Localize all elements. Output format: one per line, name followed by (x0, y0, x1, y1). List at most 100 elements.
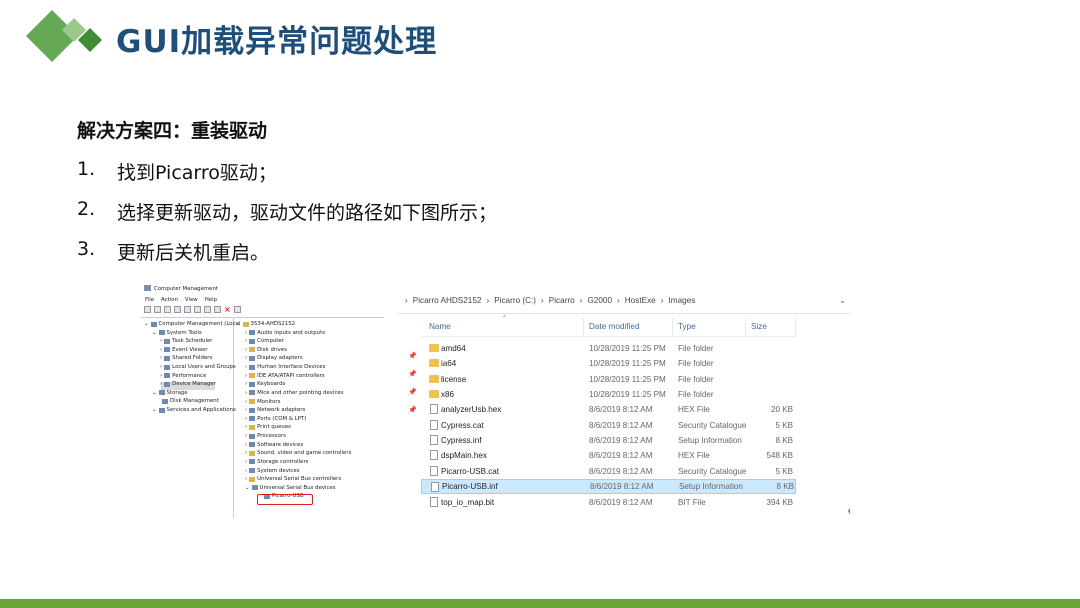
update-driver-icon[interactable] (214, 306, 221, 313)
console-tree-item[interactable]: › Performance (160, 373, 206, 379)
device-category[interactable]: › Processors (245, 433, 286, 439)
expander-icon[interactable]: ⌄ (152, 330, 157, 336)
forward-icon[interactable] (154, 306, 161, 313)
device-category[interactable]: › Ports (COM & LPT) (245, 416, 306, 422)
pin-icon[interactable]: 📌 (408, 370, 417, 378)
expander-icon[interactable]: ⌄ (144, 321, 149, 327)
expander-icon[interactable]: ⌄ (245, 485, 250, 491)
file-row[interactable]: Picarro-USB.inf 8/6/2019 8:12 AM Setup Inf… (421, 479, 796, 495)
device-category[interactable]: › Computer (245, 338, 284, 344)
breadcrumb-item[interactable]: G2000 (587, 296, 612, 305)
expander-icon[interactable]: › (245, 330, 247, 336)
address-bar[interactable]: › Picarro AHDS2152 › Picarro (C:) › Picarr… (397, 288, 850, 314)
device-category[interactable]: › Print queues (245, 424, 291, 430)
expander-icon[interactable]: › (245, 373, 247, 379)
file-row[interactable]: Cypress.inf 8/6/2019 8:12 AM Setup Informa… (421, 433, 796, 448)
column-separator[interactable] (583, 318, 584, 336)
device-category[interactable]: › Disk drives (245, 347, 287, 353)
scan-icon[interactable] (204, 306, 211, 313)
device-category[interactable]: › System devices (245, 468, 300, 474)
expander-icon[interactable]: › (245, 468, 247, 474)
device-category[interactable]: › IDE ATA/ATAPI controllers (245, 373, 325, 379)
menu-view[interactable]: View (185, 297, 198, 303)
console-tree-item[interactable]: ⌄ System Tools (152, 330, 202, 336)
expander-icon[interactable]: › (245, 442, 247, 448)
up-icon[interactable] (164, 306, 171, 313)
expander-icon[interactable]: › (245, 338, 247, 344)
expander-icon[interactable]: › (245, 381, 247, 387)
help-icon[interactable] (194, 306, 201, 313)
device-category[interactable]: › Human Interface Devices (245, 364, 325, 370)
column-header-type[interactable]: Type (678, 322, 696, 331)
expander-icon[interactable]: › (245, 364, 247, 370)
pane-divider[interactable] (233, 318, 234, 518)
chevron-down-icon[interactable]: ⌄ (839, 296, 846, 305)
expander-icon[interactable]: › (245, 390, 247, 396)
device-category[interactable]: › Mice and other pointing devices (245, 390, 344, 396)
device-category[interactable]: › Audio inputs and outputs (245, 330, 325, 336)
device-category[interactable]: › Network adapters (245, 407, 305, 413)
breadcrumb-item[interactable]: Images (668, 296, 695, 305)
expander-icon[interactable]: › (245, 476, 247, 482)
file-row[interactable]: amd64 10/28/2019 11:25 PM File folder (421, 341, 796, 356)
expander-icon[interactable]: › (245, 450, 247, 456)
console-tree-item[interactable]: › Local Users and Groups (160, 364, 236, 370)
file-row[interactable]: x86 10/28/2019 11:25 PM File folder (421, 387, 796, 402)
console-tree-item[interactable]: › Shared Folders (160, 355, 212, 361)
pin-icon[interactable]: 📌 (408, 388, 417, 396)
properties-icon[interactable] (184, 306, 191, 313)
console-tree-item[interactable]: › Device Manager (160, 381, 216, 387)
pin-icon[interactable]: 📌 (408, 352, 417, 360)
file-row[interactable]: Cypress.cat 8/6/2019 8:12 AM Security Cata… (421, 418, 796, 433)
column-separator[interactable] (795, 318, 796, 336)
console-tree-item[interactable]: Disk Management (160, 398, 219, 404)
column-header-name[interactable]: Name (429, 322, 451, 331)
file-row[interactable]: license 10/28/2019 11:25 PM File folder (421, 372, 796, 387)
disable-icon[interactable] (234, 306, 241, 313)
expander-icon[interactable]: › (160, 373, 162, 379)
menu-file[interactable]: File (145, 297, 154, 303)
console-tree-item[interactable]: ⌄ Storage (152, 390, 188, 396)
file-row[interactable]: dspMain.hex 8/6/2019 8:12 AM HEX File 548 K… (421, 448, 796, 463)
console-tree-item[interactable]: › Event Viewer (160, 347, 208, 353)
back-icon[interactable] (144, 306, 151, 313)
expander-icon[interactable]: ⌄ (152, 407, 157, 413)
expander-icon[interactable]: ⌄ (152, 390, 157, 396)
pin-icon[interactable]: 📌 (408, 406, 417, 414)
column-header-date[interactable]: Date modified (589, 322, 640, 331)
expander-icon[interactable]: › (245, 399, 247, 405)
show-hide-tree-icon[interactable] (174, 306, 181, 313)
device-category[interactable]: › Display adapters (245, 355, 303, 361)
expander-icon[interactable]: › (160, 347, 162, 353)
breadcrumb-item[interactable]: Picarro (C:) (494, 296, 536, 305)
file-row[interactable]: analyzerUsb.hex 8/6/2019 8:12 AM HEX File 2… (421, 402, 796, 417)
column-separator[interactable] (745, 318, 746, 336)
breadcrumb-item[interactable]: Picarro AHDS2152 (413, 296, 482, 305)
expander-icon[interactable]: › (245, 459, 247, 465)
device-category[interactable]: › Keyboards (245, 381, 285, 387)
device-category[interactable]: › Software devices (245, 442, 303, 448)
device-category[interactable]: › Sound, video and game controllers (245, 450, 351, 456)
expander-icon[interactable]: ⌄ (236, 321, 241, 327)
expander-icon[interactable]: › (245, 433, 247, 439)
file-row[interactable]: Picarro-USB.cat 8/6/2019 8:12 AM Security … (421, 464, 796, 479)
menu-action[interactable]: Action (161, 297, 178, 303)
breadcrumb-item[interactable]: HostExe (625, 296, 656, 305)
column-header-size[interactable]: Size (751, 322, 767, 331)
expander-icon[interactable]: › (160, 338, 162, 344)
expander-icon[interactable]: › (245, 347, 247, 353)
console-tree-item[interactable]: › Task Scheduler (160, 338, 213, 344)
menu-help[interactable]: Help (205, 297, 217, 303)
expander-icon[interactable]: › (160, 355, 162, 361)
expander-icon[interactable]: › (160, 364, 162, 370)
expander-icon[interactable]: › (245, 416, 247, 422)
console-tree-item[interactable]: ⌄ Computer Management (Local (144, 321, 240, 327)
expander-icon[interactable]: › (245, 355, 247, 361)
file-row[interactable]: ia64 10/28/2019 11:25 PM File folder (421, 356, 796, 371)
console-tree-item[interactable]: ⌄ Services and Applications (152, 407, 236, 413)
file-row[interactable]: top_io_map.bit 8/6/2019 8:12 AM BIT File 39… (421, 495, 796, 510)
uninstall-icon[interactable]: × (224, 306, 231, 314)
device-category[interactable]: › Storage controllers (245, 459, 309, 465)
column-separator[interactable] (672, 318, 673, 336)
breadcrumb-item[interactable]: Picarro (549, 296, 575, 305)
